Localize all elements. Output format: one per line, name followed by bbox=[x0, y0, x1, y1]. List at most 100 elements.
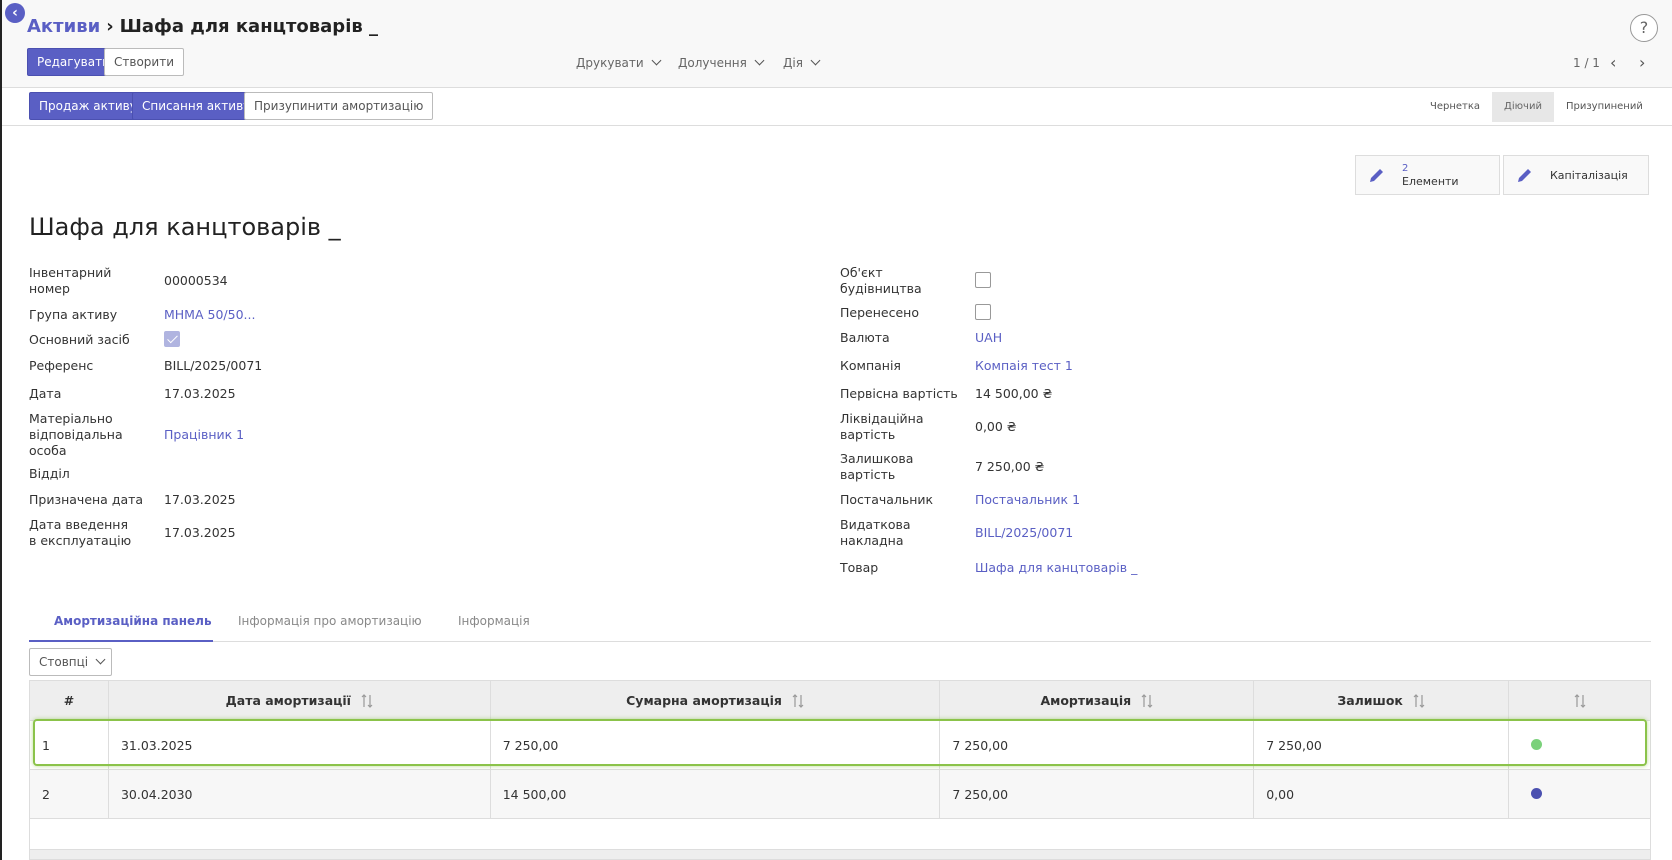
chevron-down-icon bbox=[95, 654, 106, 665]
columns-button[interactable]: Стовпці bbox=[29, 648, 112, 676]
fixed-asset-checkbox[interactable] bbox=[164, 331, 180, 347]
table-header-row: # Дата амортизації Сумарна амортизація А… bbox=[29, 680, 1651, 721]
action-dropdown[interactable]: Дія bbox=[783, 55, 821, 70]
status-dot-icon bbox=[1531, 787, 1543, 799]
column-header-status[interactable] bbox=[1508, 680, 1651, 721]
tab-info[interactable]: Інформація bbox=[458, 612, 530, 642]
breadcrumb: Активи › Шафа для канцтоварів _ bbox=[27, 16, 378, 37]
invoice-link[interactable]: BILL/2025/0071 bbox=[975, 525, 1073, 540]
initial-value: 14 500,00 ₴ bbox=[975, 386, 1053, 401]
table-footer bbox=[29, 849, 1651, 860]
pager-value[interactable]: 1 / 1 bbox=[1573, 56, 1600, 70]
assigned-date-label: Призначена дата bbox=[29, 492, 144, 507]
column-header-remaining[interactable]: Залишок bbox=[1253, 680, 1510, 721]
pager-previous-icon[interactable]: ‹ bbox=[1610, 55, 1616, 71]
column-header-cumulative[interactable]: Сумарна амортизація bbox=[489, 680, 941, 721]
tab-depreciation-info[interactable]: Інформація про амортизацію bbox=[238, 612, 422, 642]
status-steps: Чернетка Діючий Призупинений bbox=[1418, 92, 1655, 122]
commission-date-value: 17.03.2025 bbox=[164, 525, 236, 540]
responsible-person-link[interactable]: Працівник 1 bbox=[164, 427, 244, 442]
chevron-down-icon bbox=[651, 55, 662, 66]
pause-depreciation-button[interactable]: Призупинити амортизацію bbox=[244, 92, 434, 120]
vendor-link[interactable]: Постачальник 1 bbox=[975, 492, 1080, 507]
row-number: 2 bbox=[29, 769, 109, 819]
notebook-tabs: Амортизаційна панель Інформація про амор… bbox=[29, 612, 1651, 642]
create-button[interactable]: Створити bbox=[104, 48, 184, 76]
help-button[interactable]: ? bbox=[1630, 14, 1658, 42]
sort-icon bbox=[1574, 694, 1585, 709]
row-remaining: 7 250,00 bbox=[1253, 720, 1510, 770]
items-smart-button[interactable]: 2 Елементи bbox=[1355, 155, 1500, 195]
row-amount: 7 250,00 bbox=[939, 769, 1255, 819]
row-date: 31.03.2025 bbox=[107, 720, 491, 770]
pencil-icon bbox=[1518, 169, 1531, 182]
items-smart-text: 2 Елементи bbox=[1402, 162, 1459, 188]
fixed-asset-label: Основний засіб bbox=[29, 332, 130, 347]
sell-asset-button[interactable]: Продаж активу bbox=[29, 92, 147, 120]
product-label: Товар bbox=[840, 560, 879, 575]
chevron-down-icon bbox=[754, 55, 765, 66]
asset-group-link[interactable]: МНМА 50/50... bbox=[164, 307, 255, 322]
table-row[interactable]: 2 30.04.2030 14 500,00 7 250,00 0,00 bbox=[29, 769, 1651, 819]
invoice-label: Видаткова накладна bbox=[840, 517, 911, 548]
row-amount: 7 250,00 bbox=[939, 720, 1255, 770]
row-cumulative: 14 500,00 bbox=[489, 769, 941, 819]
columns-label: Стовпці bbox=[39, 655, 89, 669]
responsible-person-label: Матеріально відповідальна особа bbox=[29, 411, 123, 458]
status-step-paused[interactable]: Призупинений bbox=[1554, 92, 1655, 122]
product-link[interactable]: Шафа для канцтоварів _ bbox=[975, 560, 1137, 575]
reference-label: Референс bbox=[29, 358, 94, 373]
back-arrow-icon[interactable]: ‹ bbox=[5, 3, 25, 23]
tab-depreciation-board[interactable]: Амортизаційна панель bbox=[29, 612, 213, 642]
status-step-running[interactable]: Діючий bbox=[1492, 92, 1554, 122]
table-row[interactable]: 1 31.03.2025 7 250,00 7 250,00 7 250,00 bbox=[29, 720, 1651, 770]
currency-link[interactable]: UAH bbox=[975, 330, 1002, 345]
row-date: 30.04.2030 bbox=[107, 769, 491, 819]
construction-object-checkbox[interactable] bbox=[975, 272, 991, 288]
items-label: Елементи bbox=[1402, 175, 1459, 188]
date-label: Дата bbox=[29, 386, 62, 401]
construction-object-label: Об'єкт будівництва bbox=[840, 265, 922, 296]
reference-value: BILL/2025/0071 bbox=[164, 358, 263, 373]
currency-label: Валюта bbox=[840, 330, 890, 345]
depreciation-table: # Дата амортизації Сумарна амортизація А… bbox=[29, 680, 1651, 854]
chevron-down-icon bbox=[810, 55, 821, 66]
column-header-date[interactable]: Дата амортизації bbox=[107, 680, 491, 721]
status-step-draft[interactable]: Чернетка bbox=[1418, 92, 1492, 122]
initial-value-label: Первісна вартість bbox=[840, 386, 958, 401]
commission-date-label: Дата введення в експлуатацію bbox=[29, 517, 132, 548]
row-remaining: 0,00 bbox=[1253, 769, 1510, 819]
record-title: Шафа для канцтоварів _ bbox=[29, 213, 341, 241]
salvage-value: 0,00 ₴ bbox=[975, 419, 1017, 434]
row-number: 1 bbox=[29, 720, 109, 770]
dispose-asset-button[interactable]: Списання активу bbox=[132, 92, 261, 120]
sort-icon bbox=[361, 694, 373, 709]
date-value: 17.03.2025 bbox=[164, 386, 236, 401]
capitalization-smart-button[interactable]: Капіталізація bbox=[1503, 155, 1649, 195]
inventory-number-label: Інвентарний номер bbox=[29, 265, 112, 296]
moved-label: Перенесено bbox=[840, 305, 919, 320]
print-label: Друкувати bbox=[576, 56, 644, 70]
capitalization-label: Капіталізація bbox=[1550, 168, 1628, 182]
company-label: Компанія bbox=[840, 358, 901, 373]
print-dropdown[interactable]: Друкувати bbox=[576, 55, 662, 70]
sort-icon bbox=[1141, 694, 1153, 709]
items-count: 2 bbox=[1402, 163, 1409, 174]
vendor-label: Постачальник bbox=[840, 492, 934, 507]
breadcrumb-separator-icon: › bbox=[106, 16, 114, 37]
column-header-amount[interactable]: Амортизація bbox=[939, 680, 1255, 721]
moved-checkbox[interactable] bbox=[975, 304, 991, 320]
pencil-icon bbox=[1370, 169, 1383, 182]
company-link[interactable]: Компаія тест 1 bbox=[975, 358, 1073, 373]
breadcrumb-parent-link[interactable]: Активи bbox=[27, 16, 100, 37]
attachment-dropdown[interactable]: Долучення bbox=[678, 55, 765, 70]
control-panel bbox=[2, 0, 1672, 88]
row-status-cell bbox=[1508, 769, 1651, 819]
attachment-label: Долучення bbox=[678, 56, 747, 70]
status-dot-icon bbox=[1531, 738, 1543, 750]
row-cumulative: 7 250,00 bbox=[489, 720, 941, 770]
sort-icon bbox=[1413, 694, 1425, 709]
inventory-number-value: 00000534 bbox=[164, 273, 228, 288]
pager-next-icon[interactable]: › bbox=[1639, 55, 1645, 71]
residual-value: 7 250,00 ₴ bbox=[975, 459, 1045, 474]
